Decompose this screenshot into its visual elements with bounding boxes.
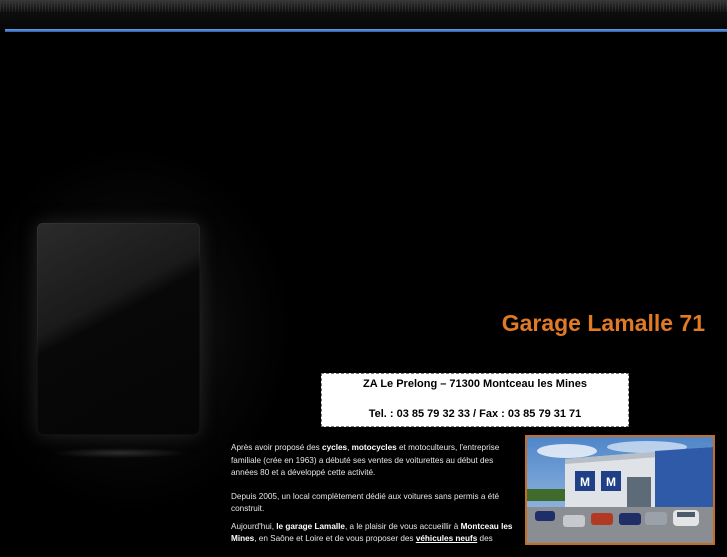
new-vehicles-link[interactable]: véhicules neufs — [416, 534, 477, 543]
intro-text: Après avoir proposé des cycles, motocycl… — [231, 442, 516, 557]
top-bar-texture — [0, 2, 727, 12]
glass-panel — [37, 223, 200, 435]
site-title: Garage Lamalle 71 — [501, 310, 705, 336]
svg-text:M: M — [606, 475, 616, 489]
intro-paragraph-3: Aujourd'hui, le garage Lamalle, a le pla… — [231, 521, 516, 546]
contact-box: ZA Le Prelong – 71300 Montceau les Mines… — [321, 373, 629, 427]
intro-paragraph-1: Après avoir proposé des cycles, motocycl… — [231, 442, 516, 480]
intro-text-run: , en Saône et Loire et de vous proposer … — [254, 534, 416, 543]
contact-address: ZA Le Prelong – 71300 Montceau les Mines — [363, 378, 587, 390]
svg-text:M: M — [580, 475, 590, 489]
garage-photo-image: M M — [527, 437, 713, 543]
intro-keyword-motocycles: motocycles — [351, 443, 397, 452]
intro-keyword-garage: le garage Lamalle — [276, 521, 345, 531]
header-rule — [5, 29, 727, 32]
intro-text-run: Après avoir proposé des — [231, 443, 323, 452]
panel-reflection — [50, 448, 190, 458]
intro-text-run: , a le plaisir de vous accueillir à — [344, 521, 461, 531]
intro-text-run: Aujourd'hui, — [231, 521, 277, 531]
contact-phone-fax: Tel. : 03 85 79 32 33 / Fax : 03 85 79 3… — [368, 408, 582, 420]
top-bar — [0, 0, 727, 30]
intro-keyword-cycles: cycles — [322, 443, 348, 452]
intro-text-run: des — [477, 534, 493, 543]
garage-photo: M M — [525, 435, 715, 545]
intro-paragraph-2: Depuis 2005, un local complètement dédié… — [231, 491, 500, 514]
